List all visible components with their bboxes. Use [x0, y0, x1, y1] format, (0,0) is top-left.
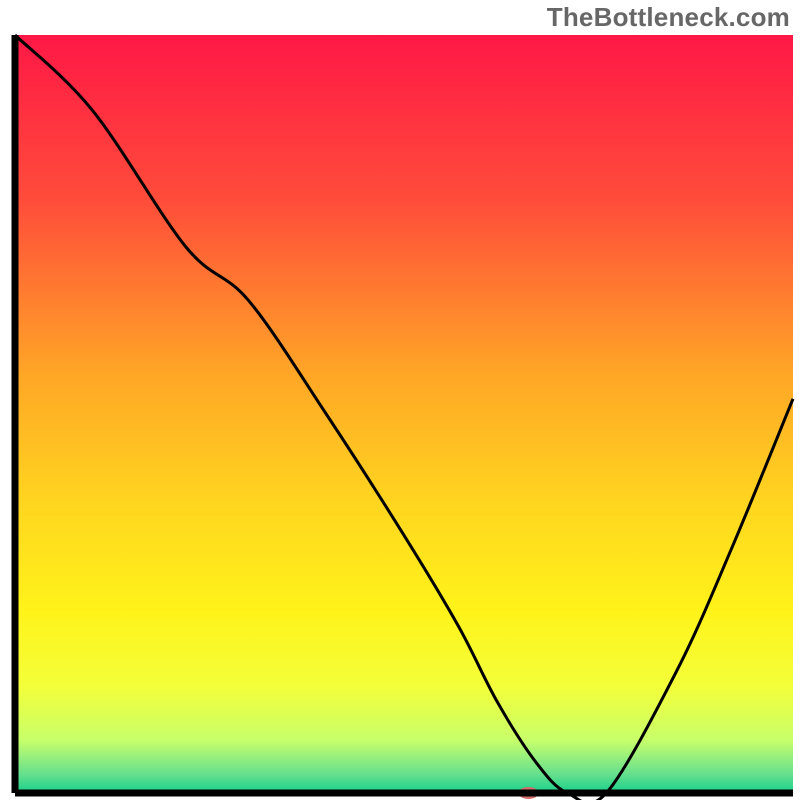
bottleneck-chart: TheBottleneck.com: [0, 0, 800, 800]
watermark-text: TheBottleneck.com: [547, 2, 790, 33]
chart-svg: [0, 0, 800, 800]
plot-background: [15, 35, 793, 793]
